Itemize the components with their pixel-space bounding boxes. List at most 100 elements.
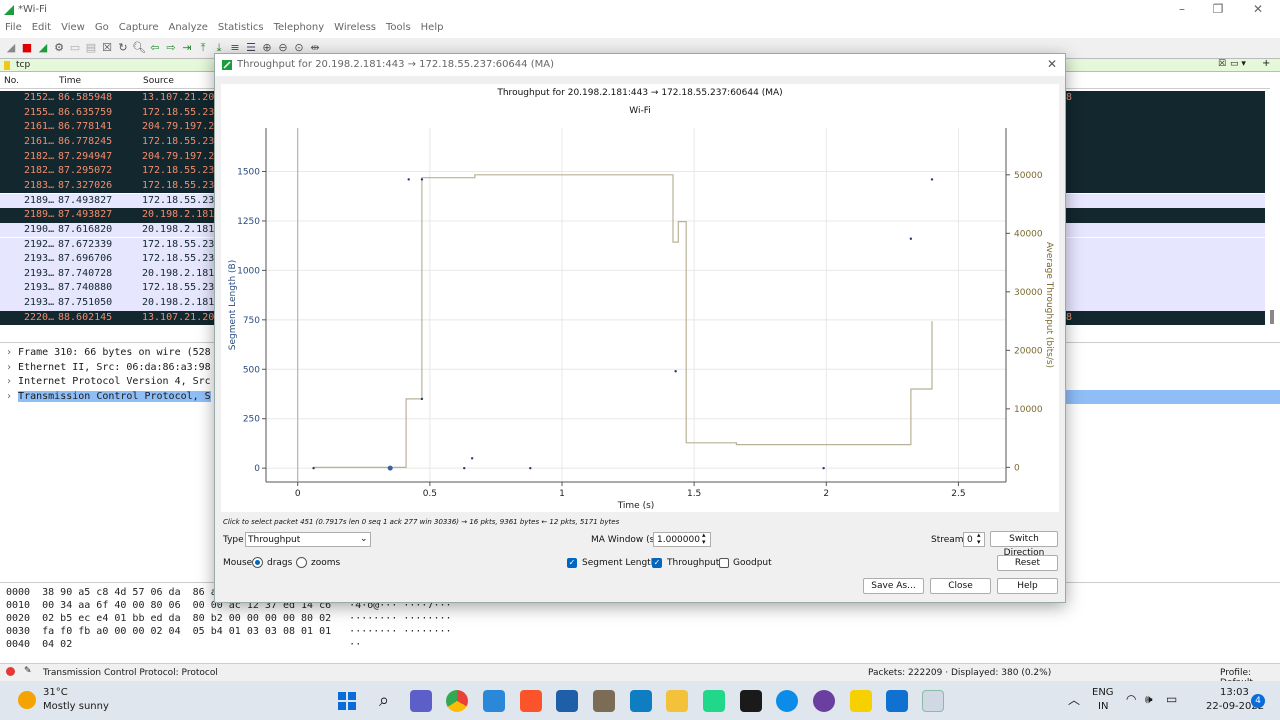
detail-row[interactable]: › Ethernet II, Src: 06:da:86:a3:98 — [6, 361, 211, 375]
segment-length-label[interactable]: Segment Length — [582, 558, 656, 568]
language-label[interactable]: ENG — [1092, 687, 1114, 698]
shark-fin-icon[interactable]: ◢ — [4, 41, 18, 55]
stream-spin-icon[interactable]: ▴ ▾ — [977, 532, 981, 546]
dialog-titlebar[interactable]: Throughput for 20.198.2.181:443 → 172.18… — [215, 54, 1065, 76]
menu-file[interactable]: File — [0, 20, 27, 35]
menu-go[interactable]: Go — [90, 20, 114, 35]
menu-telephony[interactable]: Telephony — [269, 20, 330, 35]
pycharm-icon[interactable] — [703, 690, 725, 712]
ma-window-spinbox[interactable]: 1.000000 ▴ ▾ — [653, 532, 711, 547]
expand-arrow-icon[interactable]: › — [6, 347, 18, 358]
monitor-icon[interactable] — [630, 690, 652, 712]
hex-row[interactable]: 0000 38 90 a5 c8 4d 57 06 da 86 a — [6, 586, 217, 599]
throughput-plot[interactable]: Throughput for 20.198.2.181:443 → 172.18… — [221, 84, 1059, 512]
drags-radio[interactable] — [252, 557, 263, 568]
close-file-icon[interactable]: ☒ — [100, 41, 114, 55]
menu-wireless[interactable]: Wireless — [329, 20, 381, 35]
search-icon[interactable]: ⌕ — [373, 690, 395, 712]
brave-icon[interactable] — [520, 690, 542, 712]
expert-info-icon[interactable] — [6, 667, 15, 676]
detail-row[interactable]: › Frame 310: 66 bytes on wire (528 — [6, 346, 211, 360]
menu-analyze[interactable]: Analyze — [163, 20, 212, 35]
store-icon[interactable] — [483, 690, 505, 712]
type-select[interactable]: Throughput ⌄ — [245, 532, 371, 547]
media-player-icon[interactable] — [813, 690, 835, 712]
save-file-icon[interactable]: ▤ — [84, 41, 98, 55]
menu-capture[interactable]: Capture — [114, 20, 164, 35]
notification-badge[interactable]: 4 — [1251, 694, 1265, 708]
display-filter-input[interactable]: tcp — [16, 60, 30, 70]
edit-comment-icon[interactable]: ✎ — [24, 666, 32, 676]
close-button[interactable]: Close — [930, 578, 991, 594]
reset-button[interactable]: Reset — [997, 555, 1058, 571]
hex-row[interactable]: 0020 02 b5 ec e4 01 bb ed da 80 b2 00 00… — [6, 612, 452, 625]
stop-capture-icon[interactable]: ■ — [20, 41, 34, 55]
weather-sun-icon[interactable] — [18, 691, 36, 709]
menu-tools[interactable]: Tools — [381, 20, 416, 35]
file-explorer-icon[interactable] — [666, 690, 688, 712]
weather-desc[interactable]: Mostly sunny — [43, 701, 109, 712]
volume-icon[interactable]: 🕪︎ — [1145, 692, 1153, 707]
dev-icon[interactable] — [740, 690, 762, 712]
weather-temp[interactable]: 31°C — [43, 687, 68, 698]
stream-spinbox[interactable]: 0 ▴ ▾ — [963, 532, 985, 547]
app-blue-icon[interactable] — [556, 690, 578, 712]
clear-filter-icon[interactable]: ☒ — [1218, 59, 1226, 69]
open-file-icon[interactable]: ▭ — [68, 41, 82, 55]
sticky-notes-icon[interactable] — [850, 690, 872, 712]
segment-length-checkbox[interactable]: ✓ — [567, 558, 577, 568]
first-packet-icon[interactable]: ⤒ — [196, 41, 210, 55]
start-windows-icon[interactable] — [336, 690, 358, 712]
maximize-icon[interactable]: ❐ — [1208, 2, 1228, 16]
app-tools-icon[interactable] — [593, 690, 615, 712]
menu-help[interactable]: Help — [416, 20, 449, 35]
bookmark-icon[interactable] — [4, 61, 10, 70]
throughput-checkbox[interactable]: ✓ — [652, 558, 662, 568]
col-source[interactable]: Source — [143, 76, 174, 86]
zooms-label[interactable]: zooms — [311, 558, 340, 568]
spin-arrows-icon[interactable]: ▴ ▾ — [702, 532, 706, 546]
hex-row[interactable]: 0040 04 02 ·· — [6, 638, 361, 651]
menu-edit[interactable]: Edit — [27, 20, 56, 35]
minimize-icon[interactable]: – — [1172, 2, 1192, 16]
save-as-button[interactable]: Save As... — [863, 578, 924, 594]
menu-statistics[interactable]: Statistics — [213, 20, 269, 35]
edge-icon[interactable] — [776, 690, 798, 712]
packet-list-scrollbar[interactable] — [1270, 310, 1274, 324]
detail-row[interactable]: › Internet Protocol Version 4, Src — [6, 375, 211, 389]
chart-svg[interactable]: Throughput for 20.198.2.181:443 → 172.18… — [221, 84, 1059, 512]
tray-chevron-icon[interactable]: ︿ — [1068, 691, 1080, 708]
go-back-icon[interactable]: ⇦ — [148, 41, 162, 55]
help-button[interactable]: Help — [997, 578, 1058, 594]
drags-label[interactable]: drags — [267, 558, 292, 568]
close-window-icon[interactable]: ✕ — [1248, 2, 1268, 16]
wireshark-active-icon[interactable] — [922, 690, 944, 712]
region-label[interactable]: IN — [1098, 701, 1108, 712]
expand-arrow-icon[interactable]: › — [6, 362, 18, 373]
goodput-label[interactable]: Goodput — [733, 558, 772, 568]
col-no[interactable]: No. — [4, 76, 19, 86]
clock-time[interactable]: 13:03 — [1220, 687, 1249, 698]
reload-icon[interactable]: ↻ — [116, 41, 130, 55]
go-forward-icon[interactable]: ⇨ — [164, 41, 178, 55]
go-to-packet-icon[interactable]: ⇥ — [180, 41, 194, 55]
restart-capture-icon[interactable]: ◢ — [36, 41, 50, 55]
teams-chat-icon[interactable] — [410, 690, 432, 712]
wifi-icon[interactable]: ◠ — [1126, 692, 1136, 706]
expand-arrow-icon[interactable]: › — [0, 391, 18, 402]
dialog-close-icon[interactable]: ✕ — [1047, 57, 1057, 71]
goodput-checkbox[interactable] — [719, 558, 729, 568]
chrome-icon[interactable] — [446, 690, 468, 712]
menu-view[interactable]: View — [56, 20, 90, 35]
add-filter-button-icon[interactable]: + — [1262, 58, 1270, 69]
expand-arrow-icon[interactable]: › — [6, 376, 18, 387]
find-icon[interactable]: 🔍︎ — [132, 41, 146, 55]
col-time[interactable]: Time — [59, 76, 81, 86]
options-gear-icon[interactable]: ⚙ — [52, 41, 66, 55]
battery-icon[interactable]: ▭ — [1166, 692, 1177, 706]
hex-row[interactable]: 0030 fa f0 fb a0 00 00 02 04 05 b4 01 03… — [6, 625, 452, 638]
zooms-radio[interactable] — [296, 557, 307, 568]
throughput-label[interactable]: Throughput — [667, 558, 719, 568]
wireshark-taskbar-icon[interactable] — [886, 690, 908, 712]
switch-direction-button[interactable]: Switch Direction — [990, 531, 1058, 558]
